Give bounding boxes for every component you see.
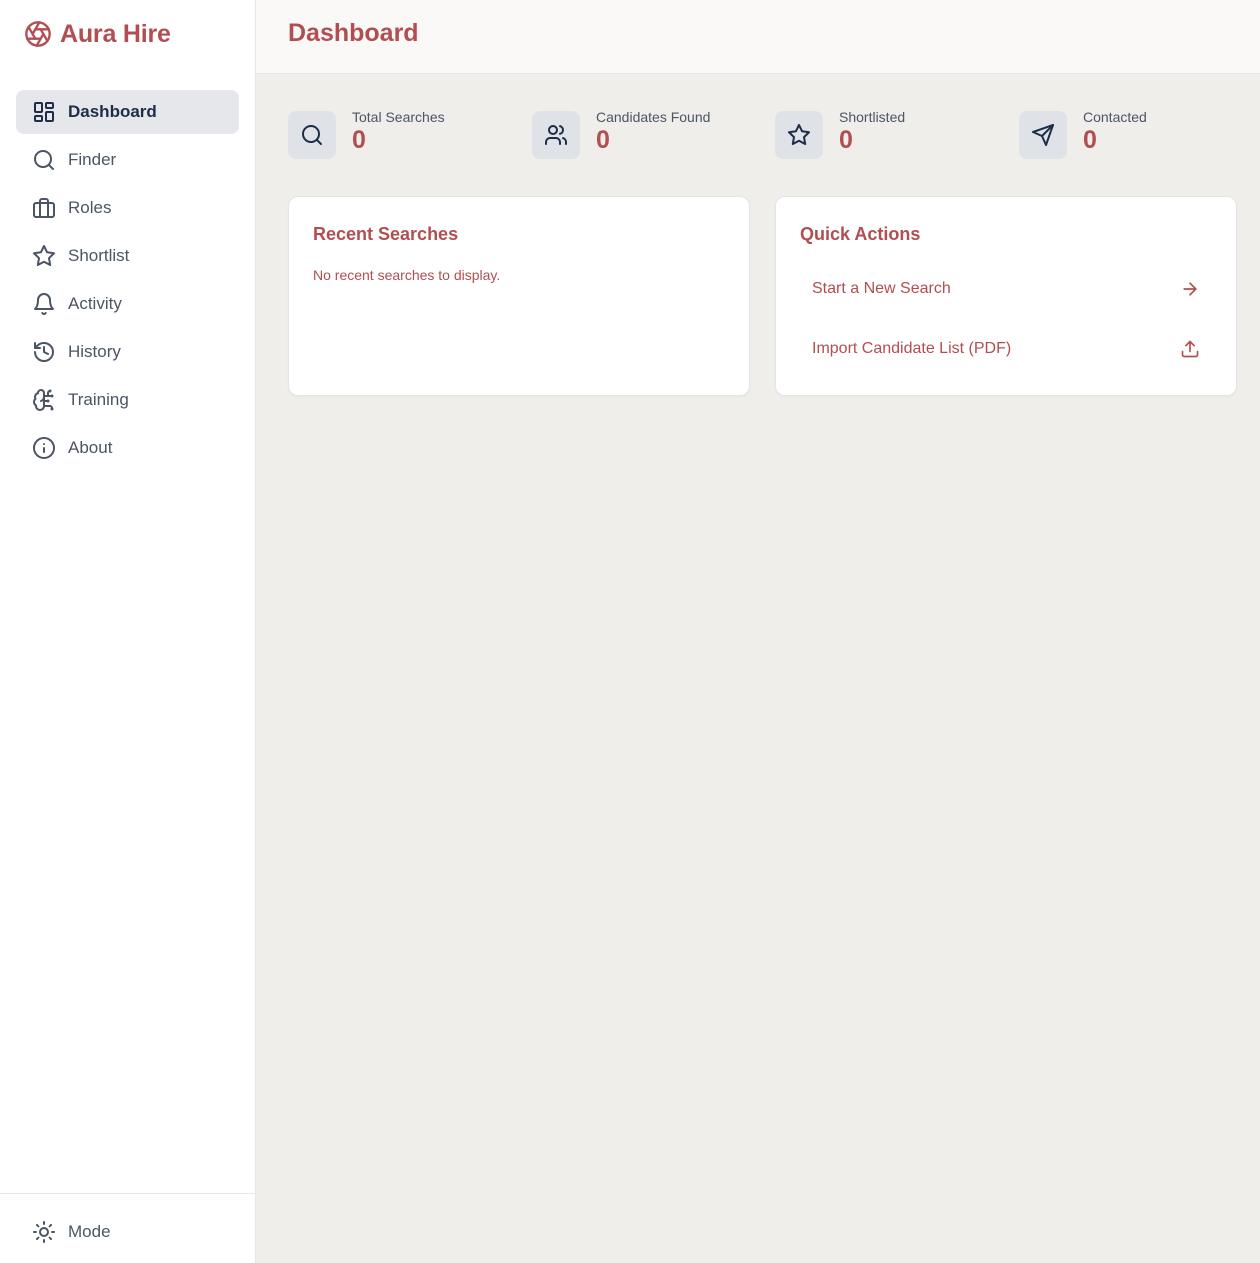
aperture-icon bbox=[25, 21, 51, 47]
stat-icon-box bbox=[775, 111, 823, 159]
sidebar-item-history[interactable]: History bbox=[16, 330, 239, 374]
sidebar-item-label: History bbox=[68, 342, 121, 361]
info-icon bbox=[33, 437, 55, 459]
bell-icon bbox=[34, 293, 54, 315]
sidebar-item-finder[interactable]: Finder bbox=[16, 138, 239, 182]
stat-label: Candidates Found bbox=[596, 109, 711, 125]
empty-state-text: No recent searches to display. bbox=[313, 267, 501, 283]
stat-label: Shortlisted bbox=[839, 109, 906, 125]
stat-value: 0 bbox=[1083, 126, 1097, 154]
page-header: Dashboard bbox=[256, 0, 1260, 74]
stats-row: Total Searches 0 Candidates Found 0 Shor… bbox=[288, 108, 1238, 160]
stat-label: Contacted bbox=[1083, 109, 1147, 125]
arrow-right-icon bbox=[1183, 282, 1197, 296]
briefcase-icon bbox=[33, 198, 55, 218]
action-label: Import Candidate List (PDF) bbox=[812, 340, 1012, 357]
stat-icon-box bbox=[532, 111, 580, 159]
sidebar-item-label: Shortlist bbox=[68, 246, 130, 265]
sidebar-item-label: Finder bbox=[68, 150, 117, 169]
recent-searches-card: Recent Searches No recent searches to di… bbox=[288, 196, 750, 396]
import-candidate-list-button[interactable]: Import Candidate List (PDF) bbox=[800, 325, 1212, 373]
stat-total-searches: Total Searches 0 bbox=[288, 108, 445, 159]
page-title: Dashboard bbox=[288, 19, 419, 47]
sidebar-footer: Mode bbox=[0, 1193, 255, 1263]
mode-label: Mode bbox=[68, 1222, 111, 1241]
sidebar-item-label: Dashboard bbox=[68, 102, 157, 121]
sidebar-item-roles[interactable]: Roles bbox=[16, 186, 239, 230]
sun-icon bbox=[33, 1221, 55, 1243]
stat-shortlisted: Shortlisted 0 bbox=[775, 108, 905, 159]
sidebar: Aura Hire Dashboard Finder Roles Shortli… bbox=[0, 0, 256, 1263]
sidebar-item-label: About bbox=[68, 438, 113, 457]
users-icon bbox=[545, 125, 567, 145]
quick-actions-card: Quick Actions Start a New Search Import … bbox=[775, 196, 1237, 396]
brand-logo[interactable]: Aura Hire bbox=[24, 18, 171, 50]
sidebar-nav: Dashboard Finder Roles Shortlist Activit… bbox=[16, 90, 239, 474]
action-label: Start a New Search bbox=[812, 280, 951, 297]
sidebar-item-label: Roles bbox=[68, 198, 112, 217]
stat-value: 0 bbox=[596, 126, 610, 154]
stat-icon-box bbox=[1019, 111, 1067, 159]
sidebar-item-label: Activity bbox=[68, 294, 122, 313]
stat-value: 0 bbox=[839, 126, 853, 154]
upload-icon bbox=[1181, 340, 1199, 358]
sidebar-item-shortlist[interactable]: Shortlist bbox=[16, 234, 239, 278]
stat-candidates-found: Candidates Found 0 bbox=[532, 108, 710, 159]
send-icon bbox=[1032, 124, 1054, 146]
sidebar-item-about[interactable]: About bbox=[16, 426, 239, 470]
stat-value: 0 bbox=[352, 126, 366, 154]
search-icon bbox=[302, 125, 322, 145]
brand-name: Aura Hire bbox=[60, 19, 171, 48]
sidebar-item-dashboard[interactable]: Dashboard bbox=[16, 90, 239, 134]
mode-toggle-button[interactable]: Mode bbox=[32, 1220, 111, 1244]
stat-label: Total Searches bbox=[352, 109, 445, 125]
sidebar-item-training[interactable]: Training bbox=[16, 378, 239, 422]
sidebar-item-label: Training bbox=[68, 390, 129, 409]
start-new-search-button[interactable]: Start a New Search bbox=[800, 265, 1212, 313]
stat-icon-box bbox=[288, 111, 336, 159]
stat-contacted: Contacted 0 bbox=[1019, 108, 1147, 159]
layout-dashboard-icon bbox=[34, 102, 54, 122]
card-title: Quick Actions bbox=[800, 224, 921, 244]
star-icon bbox=[33, 245, 55, 267]
star-icon bbox=[788, 124, 810, 146]
sidebar-item-activity[interactable]: Activity bbox=[16, 282, 239, 326]
search-icon bbox=[34, 150, 54, 170]
card-title: Recent Searches bbox=[313, 224, 459, 244]
history-icon bbox=[34, 342, 54, 362]
brain-icon bbox=[33, 389, 54, 411]
